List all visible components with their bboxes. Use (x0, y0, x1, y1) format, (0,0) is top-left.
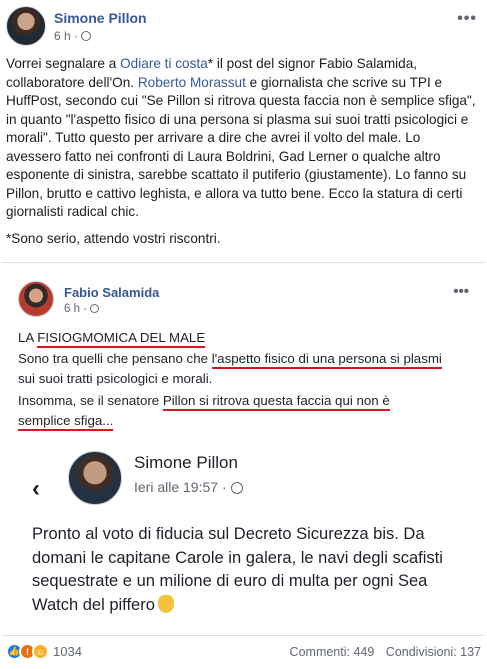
underlined-text: semplice sfiga... (18, 413, 114, 431)
text-segment: e giornalista che scrive su TPI e HuffPo… (6, 74, 476, 220)
text-segment: LA (18, 330, 38, 345)
comments-count[interactable]: Commenti: 449 (290, 645, 375, 659)
text-segment: Pronto al voto di fiducia sul Decreto Si… (32, 525, 443, 614)
underlined-text: FISIOGMOMICA DEL MALE (37, 330, 206, 348)
globe-icon (81, 31, 92, 41)
inner-line: LA FISIOGMOMICA DEL MALE (18, 329, 478, 348)
globe-icon (90, 304, 100, 313)
inner-line: Sono tra quelli che pensano che l'aspett… (18, 350, 478, 369)
page-link-odiare[interactable]: Odiare ti costa (120, 56, 208, 71)
reactions-count[interactable]: 1034 (53, 644, 82, 659)
more-options-icon: ••• (453, 283, 469, 300)
shares-count[interactable]: Condivisioni: 137 (386, 645, 481, 659)
ok-hand-emoji-icon (157, 594, 174, 613)
post-footer: 👍 ! ☺ 1034 Commenti: 449 Condivisioni: 1… (0, 641, 487, 665)
underlined-text: Pillon si ritrova questa faccia qui non … (162, 392, 390, 411)
text-segment: Sono tra quelli che pensano che (18, 350, 212, 366)
author-avatar[interactable] (6, 6, 46, 46)
inner-post-time: 6 h (64, 303, 80, 315)
underlined-text: l'aspetto fisico di una persona si plasm… (211, 350, 442, 369)
post-header: Simone Pillon 6 h · ••• (6, 6, 481, 48)
nested-author-avatar (68, 451, 122, 505)
nested-post-text: Pronto al voto di fiducia sul Decreto Si… (32, 523, 477, 617)
inner-author-name: Fabio Salamida (64, 285, 160, 300)
nested-post-meta: Ieri alle 19:57 · (134, 479, 243, 495)
post-note: *Sono serio, attendo vostri riscontri. (6, 230, 221, 246)
author-name[interactable]: Simone Pillon (54, 10, 147, 26)
inner-line: semplice sfiga... (18, 412, 478, 431)
inner-author-avatar (18, 281, 54, 317)
post-text: Vorrei segnalare a Odiare ti costa* il p… (6, 55, 476, 248)
reactions-summary[interactable]: 👍 ! ☺ 1034 (6, 643, 82, 660)
inner-post-text: LA FISIOGMOMICA DEL MALE Sono tra quelli… (18, 329, 478, 433)
text-segment: Vorrei segnalare a (6, 56, 121, 71)
shared-screenshot-image[interactable]: Fabio Salamida 6 h · ••• LA FISIOGMOMICA… (2, 262, 485, 636)
haha-reaction-icon: ☺ (32, 643, 49, 660)
post-meta: 6 h · (54, 29, 92, 43)
post-paragraph: Vorrei segnalare a Odiare ti costa* il p… (6, 55, 476, 222)
inner-post-meta: 6 h · (64, 303, 100, 315)
nested-author-name: Simone Pillon (134, 453, 238, 472)
inner-post: Fabio Salamida 6 h · ••• LA FISIOGMOMICA… (8, 269, 479, 431)
nested-post: ‹ Simone Pillon Ieri alle 19:57 · Pronto… (8, 443, 479, 633)
nested-post-time: Ieri alle 19:57 (134, 479, 219, 495)
profile-link-morassut[interactable]: Roberto Morassut (138, 75, 246, 90)
globe-icon (230, 482, 243, 494)
inner-line: sui suoi tratti psicologici e morali. (18, 371, 213, 386)
more-options-icon[interactable]: ••• (457, 10, 477, 28)
back-arrow-icon: ‹ (32, 475, 40, 502)
post-time[interactable]: 6 h (54, 29, 71, 43)
inner-line: Insomma, se il senatore Pillon si ritrov… (18, 392, 478, 411)
facebook-post: Simone Pillon 6 h · ••• Vorrei segnalare… (0, 0, 487, 669)
text-segment: Insomma, se il senatore (18, 392, 163, 408)
engagement-stats: Commenti: 449 Condivisioni: 137 (290, 645, 481, 659)
